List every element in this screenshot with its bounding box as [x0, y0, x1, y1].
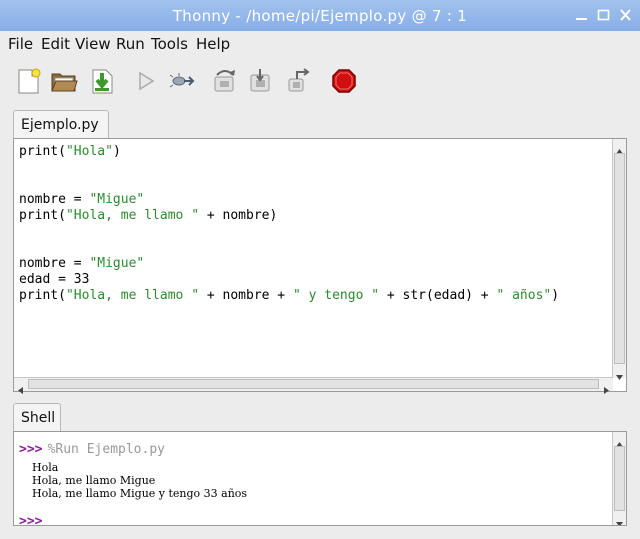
shell-output: Hola Hola, me llamo Migue Hola, me llamo…: [32, 461, 247, 500]
code-line[interactable]: edad = 33: [19, 272, 559, 288]
menu-run[interactable]: Run: [116, 35, 145, 53]
pane-divider[interactable]: [0, 394, 640, 402]
editor-tabs: Ejemplo.py: [0, 108, 640, 139]
code-token: print(: [19, 288, 66, 303]
tab-ejemplo-py[interactable]: Ejemplo.py: [13, 110, 109, 139]
code-token: + str(edad) +: [379, 288, 497, 303]
shell-run-command: %Run Ejemplo.py: [47, 442, 165, 457]
scroll-down-icon[interactable]: [615, 514, 624, 525]
code-text[interactable]: print("Hola") nombre = "Migue" print("Hola…: [19, 144, 559, 304]
code-token: print(: [19, 144, 66, 159]
new-file-icon[interactable]: [14, 67, 42, 95]
editor-horizontal-scrollbar[interactable]: [14, 377, 613, 394]
shell-output-line: Hola, me llamo Migue y tengo 33 años: [32, 487, 248, 500]
menu-bar: File Edit View Run Tools Help: [0, 31, 640, 57]
shell-output-line: Hola, me llamo Migue: [32, 474, 156, 487]
open-file-icon[interactable]: [50, 67, 78, 95]
tab-label: Shell: [21, 410, 56, 426]
stop-icon[interactable]: [330, 67, 358, 95]
code-token: ): [112, 144, 121, 159]
menu-edit[interactable]: Edit: [41, 35, 70, 53]
toolbar: [0, 57, 640, 107]
code-token: + nombre): [199, 208, 278, 223]
tab-shell[interactable]: Shell: [13, 403, 61, 432]
code-line[interactable]: print("Hola, me llamo " + nombre + " y t…: [19, 288, 559, 304]
shell-output-line: Hola: [32, 461, 59, 474]
scrollbar-thumb[interactable]: [28, 379, 599, 389]
string-token: " años": [496, 288, 552, 303]
menu-help[interactable]: Help: [196, 35, 230, 53]
save-file-icon[interactable]: [88, 67, 116, 95]
code-line[interactable]: print("Hola, me llamo " + nombre): [19, 208, 559, 224]
shell-vertical-scrollbar[interactable]: [612, 432, 626, 525]
code-editor[interactable]: print("Hola") nombre = "Migue" print("Hola…: [13, 138, 627, 394]
code-line[interactable]: nombre = "Migue": [19, 256, 559, 272]
step-over-icon[interactable]: [211, 67, 239, 95]
code-token: print(: [19, 208, 66, 223]
code-token: edad = 33: [19, 272, 90, 287]
code-line[interactable]: print("Hola"): [19, 144, 559, 160]
shell-pane[interactable]: >>> %Run Ejemplo.py Hola Hola, me llamo …: [13, 431, 627, 526]
run-icon[interactable]: [133, 67, 161, 95]
string-token: "Hola, me llamo ": [65, 288, 200, 303]
shell-prompt: >>>: [19, 514, 43, 526]
window-title: Thonny - /home/pi/Ejemplo.py @ 7 : 1: [172, 7, 468, 25]
scroll-up-icon[interactable]: [615, 141, 624, 154]
scroll-up-icon[interactable]: [615, 434, 624, 447]
scrollbar-thumb[interactable]: [614, 446, 625, 511]
scroll-down-icon[interactable]: [615, 367, 624, 380]
debug-icon[interactable]: [167, 67, 195, 95]
code-line[interactable]: nombre = "Migue": [19, 192, 559, 208]
code-token: nombre =: [19, 256, 90, 271]
code-token: nombre =: [19, 192, 90, 207]
minimize-icon[interactable]: [575, 9, 588, 21]
title-bar: Thonny - /home/pi/Ejemplo.py @ 7 : 1: [0, 0, 640, 31]
code-line[interactable]: [19, 160, 559, 176]
menu-view[interactable]: View: [75, 35, 111, 53]
code-token: ): [551, 288, 560, 303]
step-into-icon[interactable]: [247, 67, 275, 95]
string-token: "Hola": [65, 144, 113, 159]
code-token: + nombre +: [199, 288, 293, 303]
code-line[interactable]: [19, 240, 559, 256]
scrollbar-thumb[interactable]: [614, 153, 625, 364]
shell-input-line[interactable]: >>>: [19, 510, 43, 526]
close-icon[interactable]: [619, 9, 632, 21]
editor-vertical-scrollbar[interactable]: [612, 139, 626, 380]
string-token: "Migue": [89, 256, 145, 271]
code-line[interactable]: [19, 176, 559, 192]
string-token: " y tengo ": [292, 288, 380, 303]
tab-label: Ejemplo.py: [21, 117, 99, 133]
shell-prompt: >>>: [19, 442, 43, 457]
string-token: "Hola, me llamo ": [65, 208, 200, 223]
menu-file[interactable]: File: [8, 35, 33, 53]
code-line[interactable]: [19, 224, 559, 240]
step-out-icon[interactable]: [285, 67, 313, 95]
shell-run-line: >>> %Run Ejemplo.py: [19, 438, 165, 457]
maximize-icon[interactable]: [597, 9, 610, 21]
menu-tools[interactable]: Tools: [151, 35, 188, 53]
string-token: "Migue": [89, 192, 145, 207]
